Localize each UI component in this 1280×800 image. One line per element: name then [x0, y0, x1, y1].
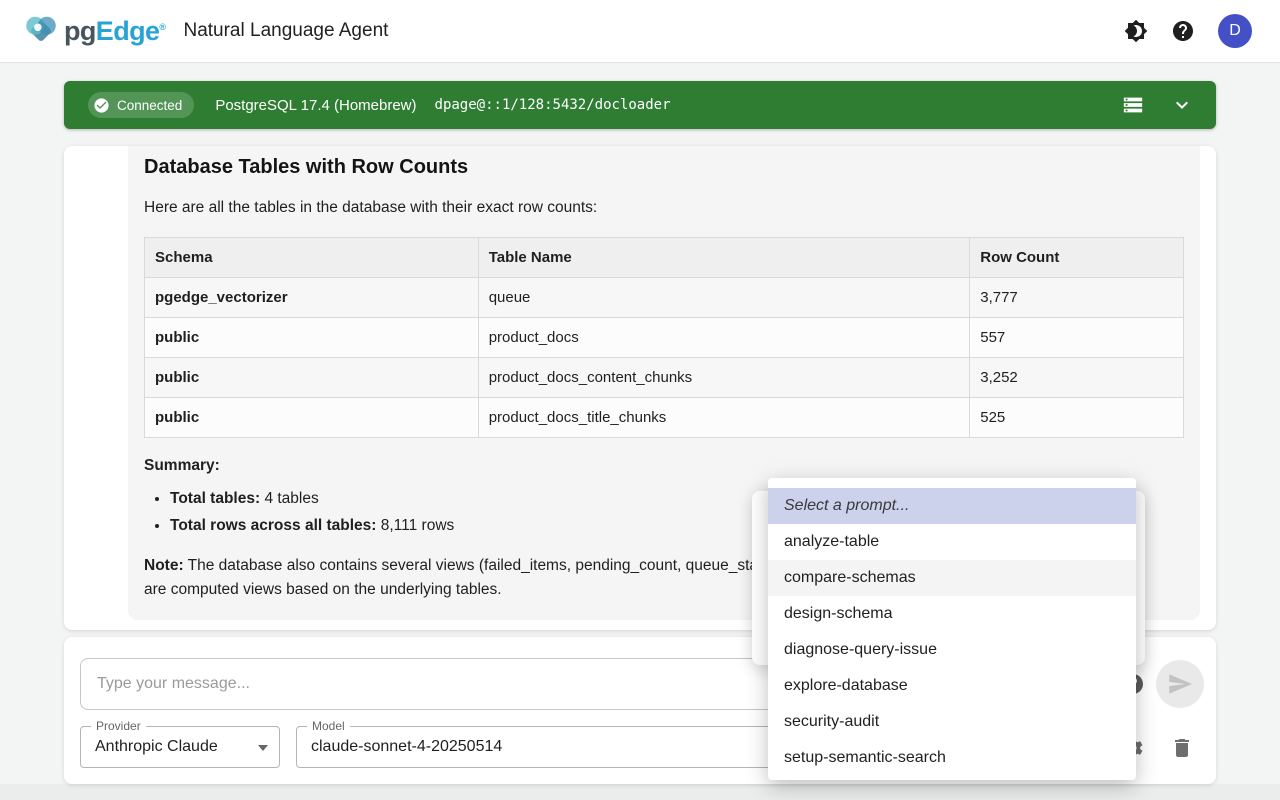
prompt-select-menu: Select a prompt... analyze-table compare…: [768, 478, 1136, 780]
menu-item-design-schema[interactable]: design-schema: [768, 596, 1136, 632]
cell-schema: public: [145, 318, 479, 358]
connection-bar-actions: [1121, 93, 1194, 117]
trash-icon: [1170, 736, 1194, 760]
table-row: pgedge_vectorizer queue 3,777: [145, 278, 1184, 318]
cell-table-name: queue: [478, 278, 970, 318]
page-title: Natural Language Agent: [183, 20, 388, 42]
column-header-row-count: Row Count: [970, 238, 1184, 278]
pgedge-heart-icon: [22, 12, 60, 50]
brightness-icon: [1124, 19, 1148, 43]
help-icon: [1171, 19, 1195, 43]
cell-row-count: 525: [970, 398, 1184, 438]
menu-item-placeholder[interactable]: Select a prompt...: [768, 488, 1136, 524]
header-actions: D: [1124, 14, 1252, 48]
dark-mode-toggle[interactable]: [1124, 19, 1148, 43]
server-version: PostgreSQL 17.4 (Homebrew): [215, 97, 416, 114]
server-list-icon: [1122, 94, 1144, 116]
send-button[interactable]: [1156, 660, 1204, 708]
table-row: public product_docs_title_chunks 525: [145, 398, 1184, 438]
column-header-schema: Schema: [145, 238, 479, 278]
connection-status-badge: Connected: [88, 92, 194, 118]
provider-select[interactable]: Provider Anthropic Claude: [80, 726, 280, 768]
table-row: public product_docs_content_chunks 3,252: [145, 358, 1184, 398]
cell-table-name: product_docs_content_chunks: [478, 358, 970, 398]
connection-bar: Connected PostgreSQL 17.4 (Homebrew) dpa…: [64, 81, 1216, 129]
clear-conversation-button[interactable]: [1168, 734, 1196, 762]
menu-item-explore-database[interactable]: explore-database: [768, 668, 1136, 704]
message-intro: Here are all the tables in the database …: [144, 199, 1184, 217]
help-button[interactable]: [1171, 19, 1195, 43]
connection-dsn: dpage@::1/128:5432/docloader: [435, 97, 671, 113]
send-icon: [1167, 671, 1193, 697]
bottom-strip: [0, 784, 1280, 800]
db-tables-table: Schema Table Name Row Count pgedge_vecto…: [144, 237, 1184, 438]
cell-schema: public: [145, 398, 479, 438]
connection-list-button[interactable]: [1121, 93, 1145, 117]
pgedge-wordmark: pgEdge®: [64, 16, 165, 47]
menu-item-analyze-table[interactable]: analyze-table: [768, 524, 1136, 560]
user-avatar[interactable]: D: [1218, 14, 1252, 48]
pgedge-logo: pgEdge®: [22, 12, 165, 50]
cell-row-count: 557: [970, 318, 1184, 358]
table-header-row: Schema Table Name Row Count: [145, 238, 1184, 278]
menu-item-security-audit[interactable]: security-audit: [768, 704, 1136, 740]
menu-item-compare-schemas[interactable]: compare-schemas: [768, 560, 1136, 596]
caret-down-icon: [258, 745, 268, 751]
chevron-down-icon: [1170, 93, 1194, 117]
connection-status-text: Connected: [117, 98, 182, 113]
provider-value: Anthropic Claude: [81, 727, 279, 767]
menu-item-diagnose-query-issue[interactable]: diagnose-query-issue: [768, 632, 1136, 668]
cell-schema: pgedge_vectorizer: [145, 278, 479, 318]
summary-heading: Summary:: [144, 457, 1184, 475]
message-heading: Database Tables with Row Counts: [144, 150, 1184, 179]
check-circle-icon: [93, 97, 110, 114]
app-header: pgEdge® Natural Language Agent D: [0, 0, 1280, 63]
cell-table-name: product_docs_title_chunks: [478, 398, 970, 438]
table-row: public product_docs 557: [145, 318, 1184, 358]
model-label: Model: [307, 719, 350, 733]
cell-row-count: 3,252: [970, 358, 1184, 398]
column-header-table-name: Table Name: [478, 238, 970, 278]
cell-schema: public: [145, 358, 479, 398]
cell-table-name: product_docs: [478, 318, 970, 358]
connection-expand-button[interactable]: [1170, 93, 1194, 117]
provider-label: Provider: [91, 719, 146, 733]
cell-row-count: 3,777: [970, 278, 1184, 318]
menu-item-setup-semantic-search[interactable]: setup-semantic-search: [768, 740, 1136, 776]
